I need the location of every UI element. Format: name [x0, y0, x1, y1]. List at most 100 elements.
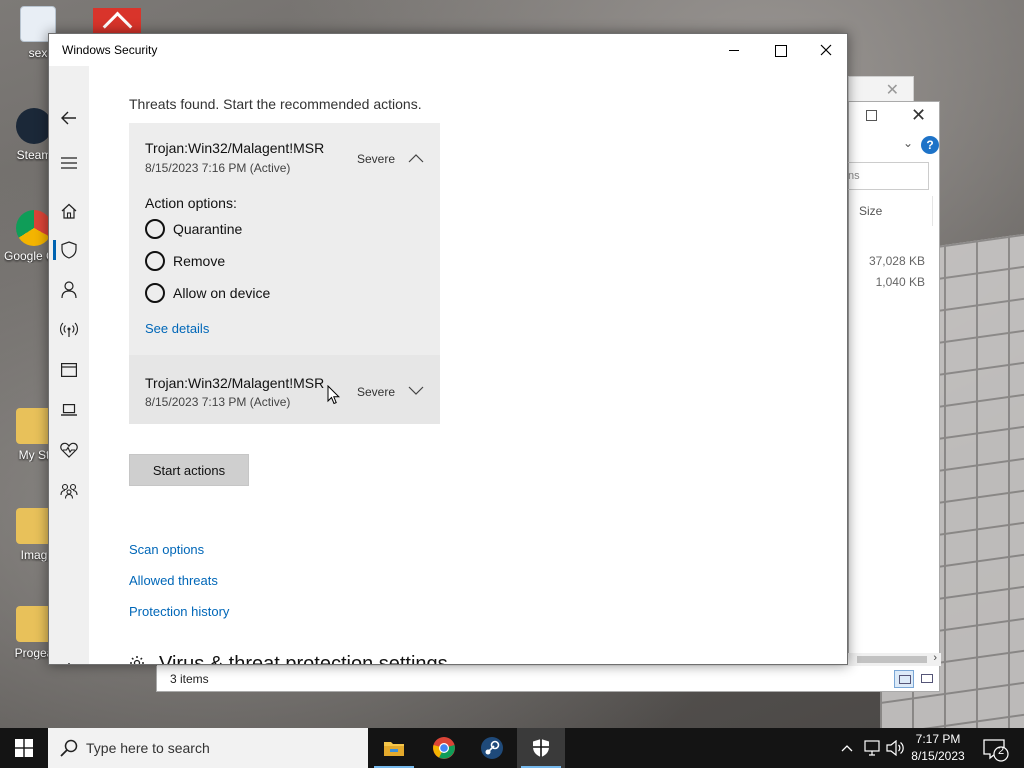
- radio-label: Remove: [173, 253, 226, 269]
- settings-icon: [68, 663, 70, 664]
- help-icon[interactable]: ?: [921, 136, 939, 154]
- threat-severity: Severe: [357, 152, 396, 166]
- column-divider: [932, 196, 933, 226]
- main-content: Threats found. Start the recommended act…: [89, 66, 847, 664]
- chrome-icon: [16, 210, 52, 246]
- radio-circle[interactable]: [145, 219, 165, 239]
- threat-name: Trojan:Win32/Malagent!MSR: [145, 140, 325, 156]
- see-details-link[interactable]: See details: [145, 321, 209, 336]
- radio-quarantine[interactable]: Quarantine: [145, 219, 242, 239]
- threat-date: 8/15/2023 7:13 PM (Active): [145, 395, 291, 409]
- settings-button[interactable]: [49, 654, 89, 664]
- action-options-title: Action options:: [145, 195, 237, 211]
- taskbar: Type here to search 7:17 PM 8/15/2023 2: [0, 728, 1024, 768]
- volume-button[interactable]: [885, 728, 905, 768]
- start-actions-button[interactable]: Start actions: [129, 454, 249, 486]
- clock-date: 8/15/2023: [911, 749, 965, 763]
- network-icon: [60, 322, 78, 337]
- column-header-size[interactable]: Size: [859, 204, 882, 218]
- network-icon: [864, 740, 880, 756]
- radio-label: Allow on device: [173, 285, 271, 301]
- folder-icon: [16, 408, 52, 444]
- radio-allow-on-device[interactable]: Allow on device: [145, 283, 270, 303]
- search-placeholder: Type here to search: [86, 740, 210, 756]
- settings-gear-icon: [130, 655, 144, 664]
- details-view-button[interactable]: [894, 670, 914, 688]
- minimize-button[interactable]: [711, 34, 757, 66]
- search-placeholder: ns: [848, 170, 860, 182]
- protection-history-link[interactable]: Protection history: [129, 604, 229, 619]
- folder-icon: [16, 606, 52, 642]
- taskbar-file-explorer[interactable]: [370, 728, 418, 768]
- close-icon[interactable]: ✕: [886, 80, 899, 100]
- chevron-down-icon[interactable]: ⌄: [903, 136, 913, 150]
- network-status-button[interactable]: [861, 728, 883, 768]
- menu-button[interactable]: [49, 147, 89, 179]
- chevron-down-icon[interactable]: [408, 386, 424, 396]
- threat-card-collapsed[interactable]: Trojan:Win32/Malagent!MSR 8/15/2023 7:13…: [129, 355, 440, 424]
- taskbar-steam[interactable]: [468, 728, 516, 768]
- radio-circle[interactable]: [145, 283, 165, 303]
- folder-icon: [16, 508, 52, 544]
- explorer-search-input[interactable]: ns: [847, 162, 929, 190]
- sidebar-item-device-performance[interactable]: [49, 434, 89, 466]
- taskbar-search-box[interactable]: Type here to search: [48, 728, 368, 768]
- steam-icon: [481, 737, 503, 759]
- window-title: Windows Security: [62, 43, 158, 57]
- windows-security-window[interactable]: Windows Security Threats found. Start th…: [48, 33, 848, 665]
- sidebar-item-account-protection[interactable]: [49, 274, 89, 306]
- scan-options-link[interactable]: Scan options: [129, 542, 204, 557]
- start-button[interactable]: [0, 728, 48, 768]
- explorer-titlebar[interactable]: ✕: [849, 102, 939, 130]
- file-explorer-window[interactable]: ✕ ⌄ ? ns Size 37,028 KB 1,040 KB: [847, 101, 941, 691]
- allowed-threats-link[interactable]: Allowed threats: [129, 573, 218, 588]
- menu-icon: [61, 157, 77, 169]
- background-window-titlebar[interactable]: ✕: [848, 76, 914, 102]
- scroll-right-icon[interactable]: ›: [933, 652, 937, 664]
- action-center-button[interactable]: 2: [976, 728, 1016, 768]
- sidebar-item-family-options[interactable]: [49, 475, 89, 507]
- file-size-cell: 1,040 KB: [875, 275, 925, 289]
- sidebar-nav: [49, 66, 89, 664]
- section-heading-settings: Virus & threat protection settings: [129, 653, 448, 664]
- radio-circle[interactable]: [145, 251, 165, 271]
- sidebar-item-firewall[interactable]: [49, 314, 89, 346]
- explorer-ribbon-row: ⌄ ?: [849, 136, 941, 154]
- vertical-scrollbar-thumb[interactable]: [847, 139, 848, 329]
- windows-logo-icon: [15, 739, 33, 757]
- steam-icon: [16, 108, 52, 144]
- sidebar-item-device-security[interactable]: [49, 394, 89, 426]
- threat-card-expanded[interactable]: Trojan:Win32/Malagent!MSR 8/15/2023 7:16…: [129, 123, 440, 355]
- threat-date: 8/15/2023 7:16 PM (Active): [145, 161, 291, 175]
- radio-remove[interactable]: Remove: [145, 251, 225, 271]
- maximize-button[interactable]: [866, 110, 877, 121]
- file-size-cell: 37,028 KB: [868, 254, 925, 268]
- sidebar-item-virus-protection[interactable]: [49, 234, 89, 266]
- app-browser-icon: [61, 363, 77, 377]
- back-button[interactable]: [49, 102, 89, 134]
- close-button[interactable]: [803, 34, 847, 66]
- sidebar-item-app-browser-control[interactable]: [49, 354, 89, 386]
- chevron-up-icon[interactable]: [408, 153, 424, 163]
- close-button[interactable]: ✕: [911, 105, 926, 126]
- window-titlebar[interactable]: Windows Security: [49, 34, 847, 66]
- maximize-button[interactable]: [757, 34, 803, 66]
- file-explorer-icon: [384, 742, 404, 756]
- desktop-app-icon[interactable]: [93, 8, 141, 34]
- taskbar-clock[interactable]: 7:17 PM 8/15/2023: [906, 731, 970, 765]
- chrome-icon: [433, 737, 455, 759]
- account-icon: [61, 281, 77, 299]
- threat-severity: Severe: [357, 385, 396, 399]
- explorer-status-bar: › 3 items: [156, 652, 941, 692]
- taskbar-chrome[interactable]: [420, 728, 468, 768]
- radio-label: Quarantine: [173, 221, 243, 237]
- taskbar-windows-security[interactable]: [517, 728, 565, 768]
- threat-name: Trojan:Win32/Malagent!MSR: [145, 375, 325, 391]
- scrollbar-thumb[interactable]: [857, 656, 927, 663]
- threats-found-message: Threats found. Start the recommended act…: [129, 96, 422, 112]
- item-count: 3 items: [170, 672, 209, 686]
- sidebar-item-home[interactable]: [49, 195, 89, 227]
- show-hidden-icons-button[interactable]: [838, 728, 856, 768]
- large-icons-view-icon: [921, 674, 933, 683]
- large-icons-view-button[interactable]: [917, 670, 937, 688]
